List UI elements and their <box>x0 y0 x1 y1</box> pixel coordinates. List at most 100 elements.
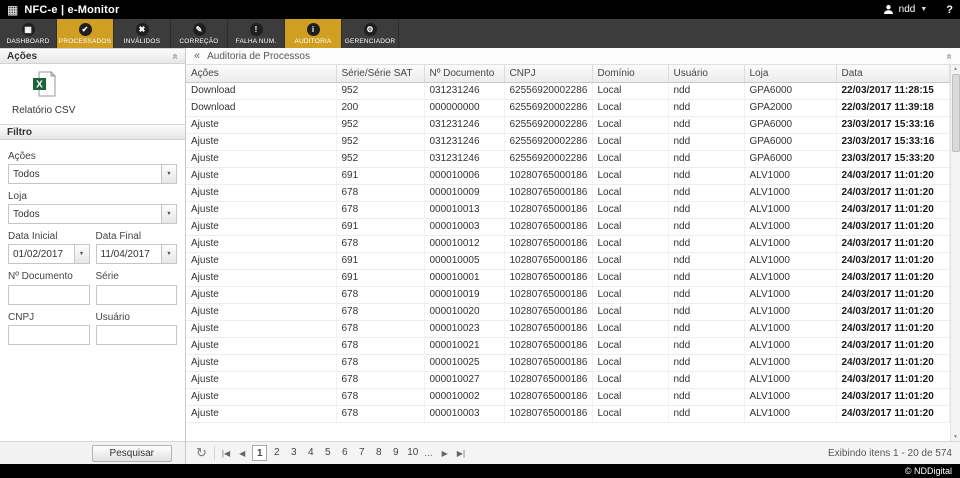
cell: ALV1000 <box>744 337 836 354</box>
table-row[interactable]: Ajuste67800001000210280765000186Localndd… <box>186 388 950 405</box>
cell: 24/03/2017 11:01:20 <box>836 286 950 303</box>
acoes-select[interactable]: Todos ▼ <box>8 164 177 184</box>
cell: Ajuste <box>186 371 336 388</box>
table-row[interactable]: Ajuste67800001002110280765000186Localndd… <box>186 337 950 354</box>
cell: 23/03/2017 15:33:16 <box>836 133 950 150</box>
caret-down-icon[interactable]: ▼ <box>920 6 927 13</box>
table-row[interactable]: Download20000000000062556920002286Localn… <box>186 99 950 116</box>
table-row[interactable]: Ajuste69100001000510280765000186Localndd… <box>186 252 950 269</box>
tab-dashboard[interactable]: ▦DASHBOARD <box>0 19 57 48</box>
table-row[interactable]: Ajuste67800001002710280765000186Localndd… <box>186 371 950 388</box>
table-row[interactable]: Ajuste69100001000310280765000186Localndd… <box>186 218 950 235</box>
cell: Local <box>592 388 668 405</box>
cell: GPA6000 <box>744 133 836 150</box>
tab-invalidos[interactable]: ✖INVÁLIDOS <box>114 19 171 48</box>
cell: Ajuste <box>186 354 336 371</box>
page-4[interactable]: 4 <box>303 445 318 461</box>
table-row[interactable]: Download95203123124662556920002286Localn… <box>186 82 950 99</box>
table-row[interactable]: Ajuste67800001000310280765000186Localndd… <box>186 405 950 422</box>
serie-input[interactable] <box>96 285 178 305</box>
page-10[interactable]: 10 <box>405 445 420 461</box>
table-row[interactable]: Ajuste67800001002310280765000186Localndd… <box>186 320 950 337</box>
cell: 000010019 <box>424 286 504 303</box>
cell: 62556920002286 <box>504 150 592 167</box>
page-1[interactable]: 1 <box>252 445 267 461</box>
help-button[interactable]: ? <box>946 4 953 16</box>
page-5[interactable]: 5 <box>320 445 335 461</box>
table-row[interactable]: Ajuste95203123124662556920002286Localndd… <box>186 116 950 133</box>
column-header[interactable]: Série/Série SAT <box>336 65 424 82</box>
table-row[interactable]: Ajuste69100001000610280765000186Localndd… <box>186 167 950 184</box>
usuario-input[interactable] <box>96 325 178 345</box>
column-header[interactable]: Domínio <box>592 65 668 82</box>
collapse-panel-icon[interactable]: « <box>944 53 955 59</box>
column-header[interactable]: Usuário <box>668 65 744 82</box>
page-7[interactable]: 7 <box>354 445 369 461</box>
report-csv-button[interactable]: X Relatório CSV <box>12 71 75 116</box>
refresh-icon[interactable]: ↻ <box>194 445 209 461</box>
cell: Local <box>592 337 668 354</box>
table-row[interactable]: Ajuste67800001000910280765000186Localndd… <box>186 184 950 201</box>
scroll-down-icon[interactable]: ▼ <box>953 433 958 441</box>
tab-processados[interactable]: ✔PROCESSADOS <box>57 19 114 48</box>
collapse-actions-icon[interactable]: « <box>170 53 181 59</box>
scroll-up-icon[interactable]: ▲ <box>953 65 958 73</box>
table-row[interactable]: Ajuste67800001001310280765000186Localndd… <box>186 201 950 218</box>
table-row[interactable]: Ajuste67800001002510280765000186Localndd… <box>186 354 950 371</box>
column-header[interactable]: Data <box>836 65 950 82</box>
table-row[interactable]: Ajuste67800001001910280765000186Localndd… <box>186 286 950 303</box>
column-header[interactable]: CNPJ <box>504 65 592 82</box>
prev-page-icon[interactable]: ◀ <box>237 449 247 458</box>
cell: 000010020 <box>424 303 504 320</box>
cell: ndd <box>668 303 744 320</box>
cell: 000010025 <box>424 354 504 371</box>
next-page-icon[interactable]: ▶ <box>440 449 450 458</box>
user-menu[interactable]: ndd <box>899 4 916 15</box>
table-row[interactable]: Ajuste69100001000110280765000186Localndd… <box>186 269 950 286</box>
cell: Download <box>186 82 336 99</box>
table-row[interactable]: Ajuste95203123124662556920002286Localndd… <box>186 150 950 167</box>
data-inicial-picker[interactable]: 01/02/2017 ▼ <box>8 244 90 264</box>
dropdown-arrow-icon: ▼ <box>161 165 176 183</box>
page-6[interactable]: 6 <box>337 445 352 461</box>
tab-correcao[interactable]: ✎CORREÇÃO <box>171 19 228 48</box>
tab-auditoria[interactable]: iAUDITORIA <box>285 19 342 48</box>
last-page-icon[interactable]: ▶| <box>455 449 467 458</box>
page-8[interactable]: 8 <box>371 445 386 461</box>
cell: Local <box>592 218 668 235</box>
cell: ndd <box>668 371 744 388</box>
cell: Local <box>592 354 668 371</box>
table-row[interactable]: Ajuste67800001002010280765000186Localndd… <box>186 303 950 320</box>
cell: 000010003 <box>424 405 504 422</box>
data-final-picker[interactable]: 11/04/2017 ▼ <box>96 244 178 264</box>
page-3[interactable]: 3 <box>286 445 301 461</box>
cnpj-input[interactable] <box>8 325 90 345</box>
pesquisar-button[interactable]: Pesquisar <box>92 445 172 462</box>
actions-panel-body: X Relatório CSV <box>0 64 185 124</box>
scrollbar-thumb[interactable] <box>952 74 960 152</box>
table-row[interactable]: Ajuste95203123124662556920002286Localndd… <box>186 133 950 150</box>
loja-select[interactable]: Todos ▼ <box>8 204 177 224</box>
cell: Local <box>592 167 668 184</box>
tab-gerenciador[interactable]: ⚙GERENCIADOR <box>342 19 399 48</box>
page-2[interactable]: 2 <box>269 445 284 461</box>
table-row[interactable]: Ajuste67800001001210280765000186Localndd… <box>186 235 950 252</box>
cell: Local <box>592 320 668 337</box>
vertical-scrollbar[interactable]: ▲ ▼ <box>950 65 960 441</box>
first-page-icon[interactable]: |◀ <box>220 449 232 458</box>
cell: Local <box>592 303 668 320</box>
column-header[interactable]: Nº Documento <box>424 65 504 82</box>
footer: © NDDigital <box>0 464 960 478</box>
cell: 22/03/2017 11:39:18 <box>836 99 950 116</box>
num-documento-input[interactable] <box>8 285 90 305</box>
cell: ALV1000 <box>744 405 836 422</box>
cell: Ajuste <box>186 184 336 201</box>
cell: ALV1000 <box>744 218 836 235</box>
collapse-sidebar-icon[interactable]: « <box>194 51 200 62</box>
page-9[interactable]: 9 <box>388 445 403 461</box>
tab-falha-num[interactable]: !FALHA NUM. <box>228 19 285 48</box>
column-header[interactable]: Loja <box>744 65 836 82</box>
cell: Ajuste <box>186 337 336 354</box>
sidebar-footer: Pesquisar <box>0 441 185 464</box>
column-header[interactable]: Ações <box>186 65 336 82</box>
